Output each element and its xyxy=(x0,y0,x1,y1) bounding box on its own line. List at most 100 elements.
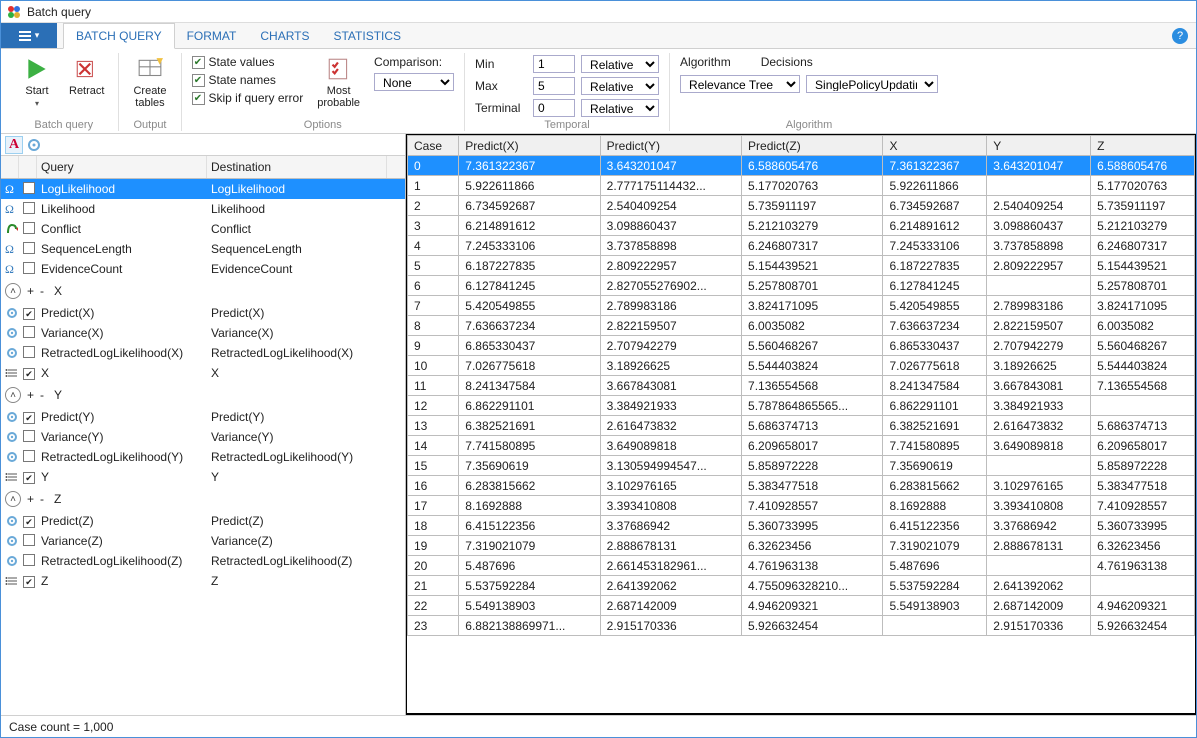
table-row[interactable]: 07.3613223673.6432010476.5886054767.3613… xyxy=(408,156,1195,176)
min-mode-select[interactable]: Relative xyxy=(581,55,659,73)
tab-format[interactable]: FORMAT xyxy=(175,23,249,48)
query-checkbox[interactable] xyxy=(23,450,35,462)
query-checkbox[interactable] xyxy=(23,222,35,234)
minus-button[interactable]: - xyxy=(40,284,44,298)
query-row[interactable]: Variance(Y)Variance(Y) xyxy=(1,427,405,447)
font-a-icon[interactable]: A xyxy=(5,136,23,154)
query-row[interactable]: ΩEvidenceCountEvidenceCount xyxy=(1,259,405,279)
table-row[interactable]: 118.2413475843.6678430817.1365545688.241… xyxy=(408,376,1195,396)
column-header[interactable]: Case xyxy=(408,136,459,156)
query-row[interactable]: Predict(Y)Predict(Y) xyxy=(1,407,405,427)
query-row[interactable]: Variance(Z)Variance(Z) xyxy=(1,531,405,551)
table-row[interactable]: 166.2838156623.1029761655.3834775186.283… xyxy=(408,476,1195,496)
query-row[interactable]: ZZ xyxy=(1,571,405,591)
table-row[interactable]: 186.4151223563.376869425.3607339956.4151… xyxy=(408,516,1195,536)
query-row[interactable]: Predict(X)Predict(X) xyxy=(1,303,405,323)
collapse-icon[interactable]: ˄ xyxy=(5,491,21,507)
query-row[interactable]: ΩLikelihoodLikelihood xyxy=(1,199,405,219)
plus-button[interactable]: + xyxy=(27,388,34,402)
max-mode-select[interactable]: Relative xyxy=(581,77,659,95)
query-checkbox[interactable] xyxy=(23,412,35,424)
query-row[interactable]: RetractedLogLikelihood(Z)RetractedLogLik… xyxy=(1,551,405,571)
collapse-icon[interactable]: ˄ xyxy=(5,283,21,299)
query-row[interactable]: Variance(X)Variance(X) xyxy=(1,323,405,343)
min-input[interactable] xyxy=(533,55,575,73)
table-row[interactable]: 157.356906193.130594994547...5.858972228… xyxy=(408,456,1195,476)
column-header[interactable]: Predict(Y) xyxy=(600,136,741,156)
results-table-wrap[interactable]: CasePredict(X)Predict(Y)Predict(Z)XYZ 07… xyxy=(407,135,1195,714)
plus-button[interactable]: + xyxy=(27,284,34,298)
tab-charts[interactable]: CHARTS xyxy=(248,23,321,48)
table-row[interactable]: 205.4876962.661453182961...4.7619631385.… xyxy=(408,556,1195,576)
query-checkbox[interactable] xyxy=(23,534,35,546)
help-icon[interactable]: ? xyxy=(1172,28,1188,44)
table-row[interactable]: 126.8622911013.3849219335.787864865565..… xyxy=(408,396,1195,416)
algorithm-select[interactable]: Relevance Tree xyxy=(680,75,800,93)
query-checkbox[interactable] xyxy=(23,472,35,484)
start-button[interactable]: Start ▾ xyxy=(19,53,55,110)
destination-col-header[interactable]: Destination xyxy=(207,156,387,178)
query-checkbox[interactable] xyxy=(23,202,35,214)
file-menu-button[interactable]: ▾ xyxy=(1,23,57,48)
table-row[interactable]: 87.6366372342.8221595076.00350827.636637… xyxy=(408,316,1195,336)
state-values-checkbox[interactable]: State values xyxy=(192,55,304,69)
most-probable-button[interactable]: Most probable xyxy=(313,53,364,111)
minus-button[interactable]: - xyxy=(40,388,44,402)
comparison-select[interactable]: None xyxy=(374,73,454,91)
table-row[interactable]: 107.0267756183.189266255.5444038247.0267… xyxy=(408,356,1195,376)
terminal-mode-select[interactable]: Relative xyxy=(581,99,659,117)
query-row[interactable]: ConflictConflict xyxy=(1,219,405,239)
query-row[interactable]: XX xyxy=(1,363,405,383)
query-checkbox[interactable] xyxy=(23,554,35,566)
tab-batch-query[interactable]: BATCH QUERY xyxy=(63,23,175,49)
gear-icon[interactable] xyxy=(27,138,41,152)
query-checkbox[interactable] xyxy=(23,346,35,358)
state-names-checkbox[interactable]: State names xyxy=(192,73,304,87)
table-row[interactable]: 136.3825216912.6164738325.6863747136.382… xyxy=(408,416,1195,436)
query-row[interactable]: Predict(Z)Predict(Z) xyxy=(1,511,405,531)
column-header[interactable]: Z xyxy=(1091,136,1195,156)
tab-statistics[interactable]: STATISTICS xyxy=(321,23,413,48)
query-row[interactable]: YY xyxy=(1,467,405,487)
query-row[interactable]: ΩSequenceLengthSequenceLength xyxy=(1,239,405,259)
query-checkbox[interactable] xyxy=(23,516,35,528)
collapse-icon[interactable]: ˄ xyxy=(5,387,21,403)
table-row[interactable]: 36.2148916123.0988604375.2121032796.2148… xyxy=(408,216,1195,236)
table-row[interactable]: 75.4205498552.7899831863.8241710955.4205… xyxy=(408,296,1195,316)
query-checkbox[interactable] xyxy=(23,430,35,442)
query-checkbox[interactable] xyxy=(23,576,35,588)
table-row[interactable]: 15.9226118662.777175114432...5.177020763… xyxy=(408,176,1195,196)
plus-button[interactable]: + xyxy=(27,492,34,506)
table-row[interactable]: 47.2453331063.7378588986.2468073177.2453… xyxy=(408,236,1195,256)
query-checkbox[interactable] xyxy=(23,242,35,254)
column-header[interactable]: Predict(Z) xyxy=(742,136,883,156)
decisions-select[interactable]: SinglePolicyUpdating xyxy=(806,75,938,93)
table-row[interactable]: 197.3190210792.8886781316.326234567.3190… xyxy=(408,536,1195,556)
query-checkbox[interactable] xyxy=(23,326,35,338)
skip-if-error-checkbox[interactable]: Skip if query error xyxy=(192,91,304,105)
query-checkbox[interactable] xyxy=(23,182,35,194)
table-row[interactable]: 215.5375922842.6413920624.755096328210..… xyxy=(408,576,1195,596)
query-row[interactable]: RetractedLogLikelihood(Y)RetractedLogLik… xyxy=(1,447,405,467)
retract-button[interactable]: Retract xyxy=(65,53,108,99)
max-input[interactable] xyxy=(533,77,575,95)
table-row[interactable]: 26.7345926872.5404092545.7359111976.7345… xyxy=(408,196,1195,216)
query-checkbox[interactable] xyxy=(23,308,35,320)
column-header[interactable]: X xyxy=(883,136,987,156)
query-checkbox[interactable] xyxy=(23,262,35,274)
query-row[interactable]: ΩLogLikelihoodLogLikelihood xyxy=(1,179,405,199)
column-header[interactable]: Y xyxy=(987,136,1091,156)
table-row[interactable]: 56.1872278352.8092229575.1544395216.1872… xyxy=(408,256,1195,276)
minus-button[interactable]: - xyxy=(40,492,44,506)
create-tables-button[interactable]: Create tables xyxy=(129,53,170,111)
table-row[interactable]: 147.7415808953.6490898186.2096580177.741… xyxy=(408,436,1195,456)
query-col-header[interactable]: Query xyxy=(37,156,207,178)
query-row[interactable]: RetractedLogLikelihood(X)RetractedLogLik… xyxy=(1,343,405,363)
table-row[interactable]: 96.8653304372.7079422795.5604682676.8653… xyxy=(408,336,1195,356)
column-header[interactable]: Predict(X) xyxy=(459,136,600,156)
table-row[interactable]: 178.16928883.3934108087.4109285578.16928… xyxy=(408,496,1195,516)
query-checkbox[interactable] xyxy=(23,368,35,380)
table-row[interactable]: 66.1278412452.827055276902...5.257808701… xyxy=(408,276,1195,296)
table-row[interactable]: 236.882138869971...2.9151703365.92663245… xyxy=(408,616,1195,636)
terminal-input[interactable] xyxy=(533,99,575,117)
